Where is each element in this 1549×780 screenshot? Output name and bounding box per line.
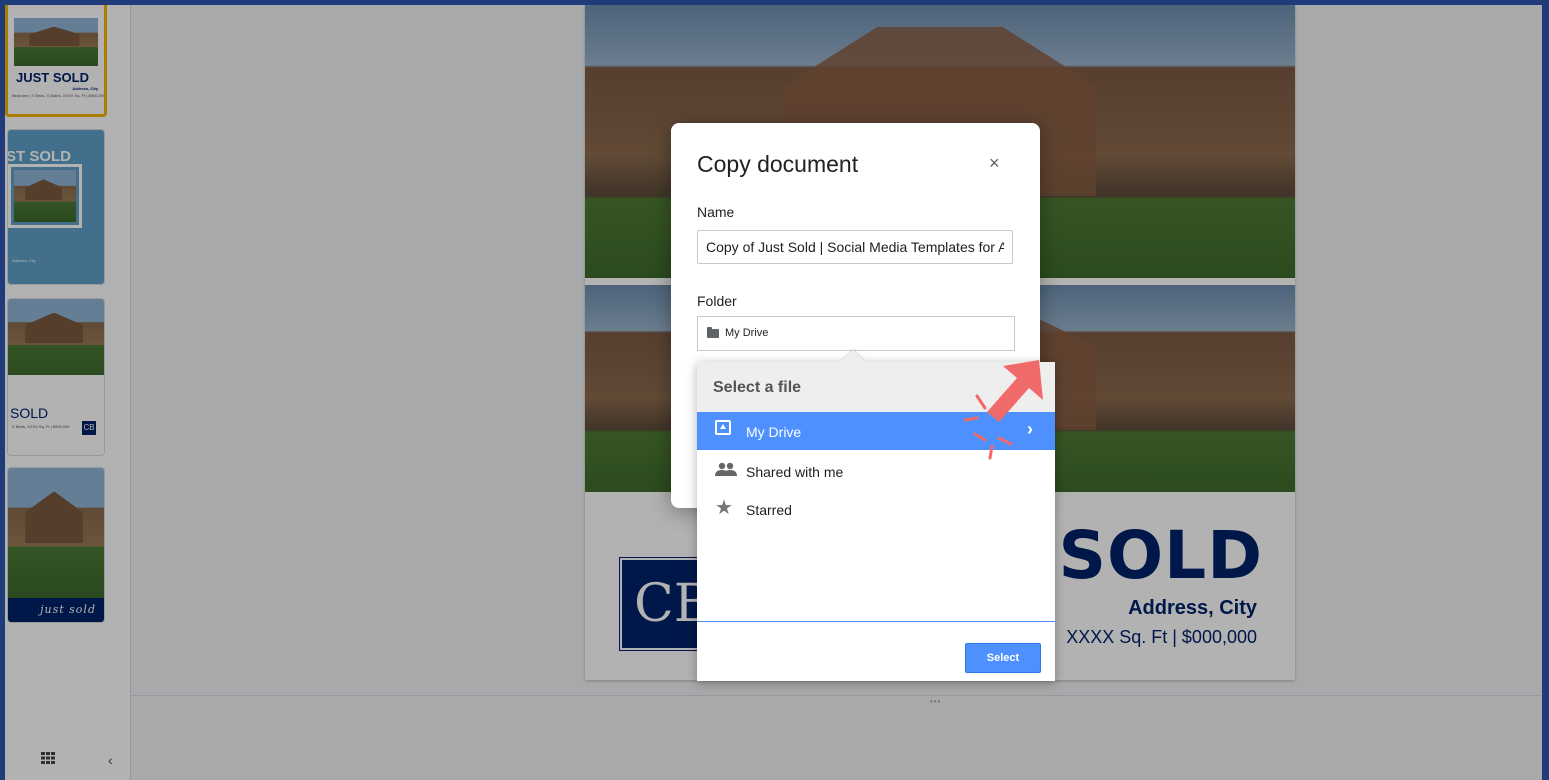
- name-label: Name: [697, 204, 735, 220]
- close-icon[interactable]: ×: [989, 153, 1000, 174]
- select-button[interactable]: Select: [965, 643, 1041, 673]
- picker-item-label: Starred: [746, 502, 792, 518]
- pointer-arrow-icon: [963, 360, 1043, 460]
- dialog-title: Copy document: [697, 151, 859, 177]
- app-window: JUST SOLD Address, City Bedroom | X Beds…: [5, 5, 1542, 780]
- folder-label: Folder: [697, 293, 737, 309]
- drive-icon: [715, 420, 731, 435]
- document-name-input[interactable]: [697, 230, 1013, 264]
- folder-selector[interactable]: My Drive: [697, 316, 1015, 351]
- picker-divider: [697, 621, 1055, 622]
- picker-item-starred[interactable]: ★ Starred: [697, 490, 1055, 528]
- folder-icon: [707, 327, 719, 338]
- folder-value: My Drive: [725, 327, 769, 339]
- people-icon: [715, 462, 737, 476]
- picker-title: Select a file: [713, 379, 802, 396]
- picker-item-label: My Drive: [746, 424, 802, 440]
- picker-item-label: Shared with me: [746, 464, 844, 480]
- star-icon: ★: [715, 497, 733, 519]
